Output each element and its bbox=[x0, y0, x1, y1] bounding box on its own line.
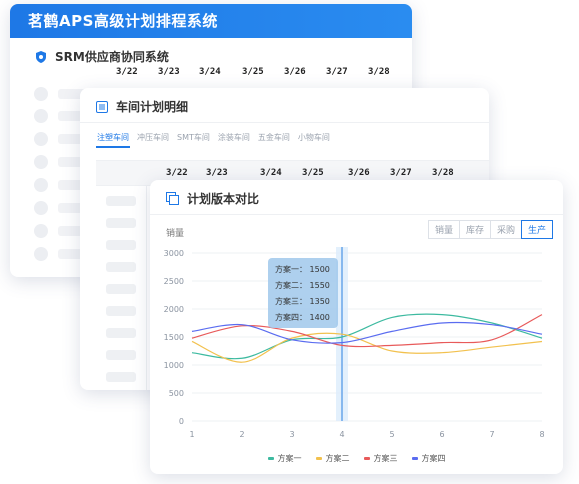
aps-date-header: 3/22 3/23 3/24 3/25 3/26 3/27 3/28 bbox=[10, 67, 412, 81]
date-label: 3/27 bbox=[390, 168, 412, 178]
x-tick-label: 1 bbox=[189, 430, 194, 439]
row-bar-placeholder bbox=[106, 284, 136, 294]
x-tick-label: 4 bbox=[339, 430, 344, 439]
y-tick-label: 1500 bbox=[164, 333, 184, 342]
chart-legend: 方案一 方案二 方案三 方案四 bbox=[150, 453, 563, 464]
y-tick-label: 3000 bbox=[164, 249, 184, 258]
row-bar-placeholder bbox=[106, 306, 136, 316]
row-bar-placeholder bbox=[106, 240, 136, 250]
legend-swatch bbox=[363, 457, 370, 460]
tooltip-row: 方案二： 1550 bbox=[275, 281, 330, 290]
plan-version-compare-window: 0 500 1000 1500 2000 2500 3000 1 2 3 4 5 6 7 8 计划版本对比 … bbox=[150, 180, 563, 474]
divider bbox=[150, 214, 563, 215]
legend-swatch bbox=[315, 457, 322, 460]
date-label: 3/22 bbox=[116, 67, 138, 77]
tab-stamping[interactable]: 冲压车间 bbox=[136, 130, 170, 148]
date-label: 3/25 bbox=[242, 67, 264, 77]
x-tick-label: 7 bbox=[489, 430, 494, 439]
row-placeholder bbox=[34, 178, 48, 192]
row-placeholder bbox=[34, 224, 48, 238]
tab-smt[interactable]: SMT车间 bbox=[176, 130, 211, 148]
legend-item[interactable]: 方案一 bbox=[267, 453, 302, 464]
tooltip-row: 方案四： 1400 bbox=[275, 313, 330, 322]
tab-injection[interactable]: 注塑车间 bbox=[96, 130, 130, 148]
legend-label: 方案二 bbox=[325, 454, 350, 463]
list-icon bbox=[96, 100, 108, 113]
row-placeholder bbox=[34, 247, 48, 261]
row-bar-placeholder bbox=[106, 196, 136, 206]
shield-icon bbox=[36, 50, 46, 63]
legend-item[interactable]: 方案三 bbox=[363, 453, 398, 464]
copy-icon bbox=[166, 192, 179, 205]
legend-label: 方案四 bbox=[421, 454, 446, 463]
legend-item[interactable]: 方案二 bbox=[315, 453, 350, 464]
aps-title: 茗鹤APS高级计划排程系统 bbox=[10, 4, 412, 38]
srm-title-label: SRM供应商协同系统 bbox=[55, 50, 169, 64]
date-label: 3/22 bbox=[166, 168, 188, 178]
tab-inventory[interactable]: 库存 bbox=[458, 220, 491, 239]
row-placeholder bbox=[34, 132, 48, 146]
date-label: 3/23 bbox=[206, 168, 228, 178]
tab-production[interactable]: 生产 bbox=[520, 220, 553, 239]
date-label: 3/28 bbox=[432, 168, 454, 178]
tab-sales[interactable]: 销量 bbox=[427, 220, 460, 239]
y-tick-label: 0 bbox=[179, 417, 184, 426]
row-placeholder bbox=[34, 155, 48, 169]
date-label: 3/27 bbox=[326, 67, 348, 77]
chart-title-label: 计划版本对比 bbox=[187, 192, 260, 206]
srm-section-title: SRM供应商协同系统 bbox=[34, 48, 169, 65]
tab-hardware[interactable]: 五金车间 bbox=[257, 130, 291, 148]
row-bar-placeholder bbox=[106, 328, 136, 338]
legend-swatch bbox=[267, 457, 274, 460]
divider bbox=[80, 122, 489, 123]
chart-card-title: 计划版本对比 bbox=[166, 190, 259, 207]
row-bar-placeholder bbox=[106, 372, 136, 382]
tab-small-parts[interactable]: 小物车间 bbox=[297, 130, 331, 148]
tooltip-row: 方案三： 1350 bbox=[275, 297, 330, 306]
x-tick-label: 8 bbox=[539, 430, 544, 439]
date-label: 3/23 bbox=[158, 67, 180, 77]
legend-label: 方案一 bbox=[277, 454, 302, 463]
column-divider bbox=[146, 186, 147, 390]
y-tick-label: 2500 bbox=[164, 277, 184, 286]
y-axis-label: 销量 bbox=[166, 229, 185, 239]
metric-tabs: 销量 库存 采购 生产 bbox=[427, 220, 553, 239]
row-placeholder bbox=[34, 109, 48, 123]
legend-item[interactable]: 方案四 bbox=[411, 453, 446, 464]
date-label: 3/25 bbox=[302, 168, 324, 178]
x-tick-label: 2 bbox=[239, 430, 244, 439]
y-tick-label: 2000 bbox=[164, 305, 184, 314]
legend-swatch bbox=[411, 457, 418, 460]
y-tick-label: 1000 bbox=[164, 361, 184, 370]
chart-tooltip: 方案一： 1500 方案二： 1550 方案三： 1350 方案四： 1400 bbox=[268, 258, 338, 328]
y-tick-label: 500 bbox=[169, 389, 184, 398]
x-tick-label: 3 bbox=[289, 430, 294, 439]
workshop-title: 车间计划明细 bbox=[96, 98, 188, 115]
row-placeholder bbox=[34, 201, 48, 215]
tab-purchase[interactable]: 采购 bbox=[489, 220, 522, 239]
workshop-tabs: 注塑车间 冲压车间 SMT车间 涂装车间 五金车间 小物车间 bbox=[96, 130, 331, 148]
row-placeholder bbox=[34, 87, 48, 101]
date-label: 3/26 bbox=[348, 168, 370, 178]
series-line-1 bbox=[191, 313, 543, 360]
row-bar-placeholder bbox=[106, 350, 136, 360]
tooltip-row: 方案一： 1500 bbox=[275, 265, 330, 274]
date-label: 3/26 bbox=[284, 67, 306, 77]
date-label: 3/24 bbox=[260, 168, 282, 178]
workshop-title-label: 车间计划明细 bbox=[116, 100, 189, 114]
row-bar-placeholder bbox=[106, 218, 136, 228]
x-tick-label: 5 bbox=[389, 430, 394, 439]
row-bar-placeholder bbox=[106, 262, 136, 272]
legend-label: 方案三 bbox=[373, 454, 398, 463]
date-label: 3/28 bbox=[368, 67, 390, 77]
date-label: 3/24 bbox=[199, 67, 221, 77]
tab-painting[interactable]: 涂装车间 bbox=[217, 130, 251, 148]
x-tick-label: 6 bbox=[439, 430, 444, 439]
